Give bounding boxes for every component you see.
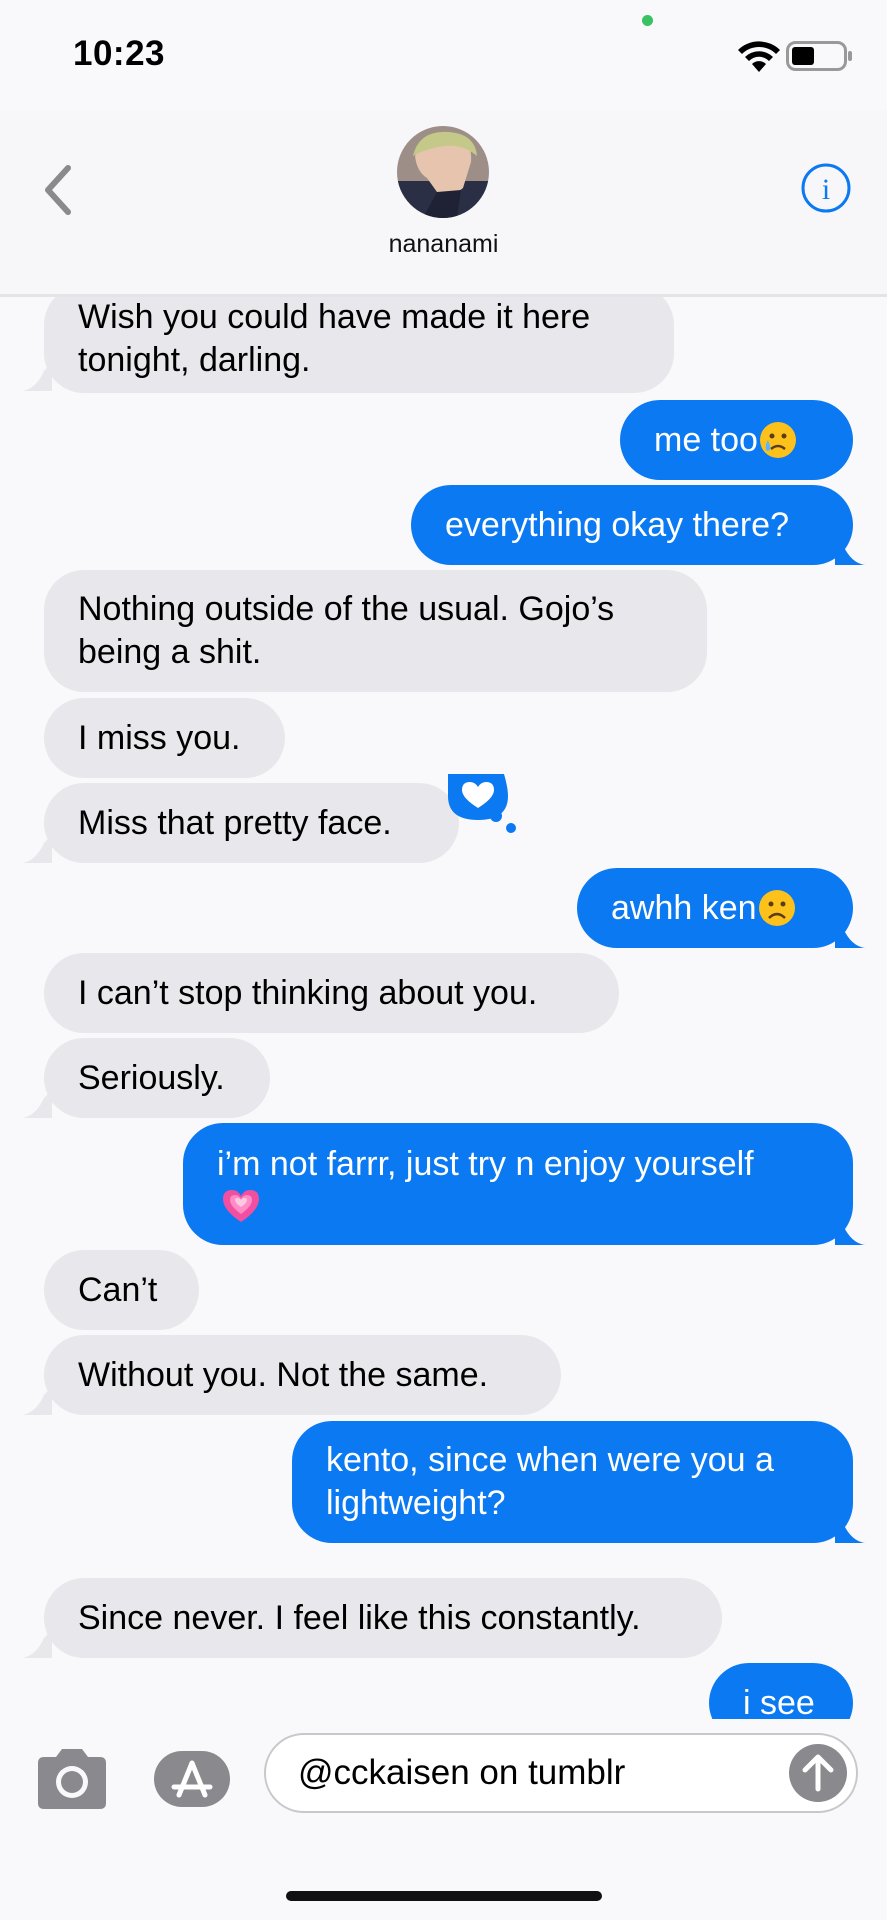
bubble-tail	[835, 1217, 865, 1245]
battery-icon	[786, 41, 852, 71]
message-input-text: @cckaisen on tumblr	[298, 1753, 626, 1792]
home-indicator[interactable]	[286, 1891, 602, 1901]
incoming-message[interactable]: I can’t stop thinking about you.	[44, 953, 619, 1033]
bubble-tail	[22, 1090, 52, 1118]
status-bar: 10:23	[0, 0, 887, 110]
outgoing-message[interactable]: i’m not farrr, just try n enjoy yourself	[183, 1123, 853, 1245]
message-text: Without you. Not the same.	[78, 1355, 489, 1394]
crying-face-emoji-icon	[759, 422, 796, 458]
message-text: I miss you.	[78, 718, 241, 757]
info-icon[interactable]: i	[800, 162, 852, 214]
svg-text:i: i	[822, 173, 830, 206]
bubble-tail	[835, 537, 865, 565]
send-arrow-icon[interactable]	[788, 1743, 848, 1803]
incoming-message[interactable]: Nothing outside of the usual. Gojo’s bei…	[44, 570, 707, 692]
outgoing-message[interactable]: i see	[709, 1663, 853, 1719]
message-text: Can’t	[78, 1270, 158, 1309]
message-line: kento, since when were you a	[326, 1441, 774, 1479]
bubble-tail	[22, 363, 52, 391]
incoming-message[interactable]: Seriously.	[44, 1038, 270, 1118]
message-text: I can’t stop thinking about you.	[78, 973, 538, 1012]
status-time: 10:23	[73, 34, 166, 73]
message-text: Since never. I feel like this constantly…	[78, 1598, 641, 1637]
back-chevron-icon[interactable]	[38, 160, 78, 220]
outgoing-message[interactable]: awhh ken	[577, 868, 853, 948]
message-text: me too	[654, 420, 758, 459]
message-input[interactable]: @cckaisen on tumblr	[264, 1733, 858, 1813]
message-text: Seriously.	[78, 1058, 225, 1097]
camera-in-use-indicator	[642, 15, 653, 26]
conversation-header: nananami i	[0, 110, 887, 297]
incoming-message[interactable]: Without you. Not the same.	[44, 1335, 561, 1415]
outgoing-message[interactable]: kento, since when were you a lightweight…	[292, 1421, 853, 1543]
message-line: tonight, darling.	[78, 341, 311, 379]
heart-tapback-icon[interactable]	[446, 774, 522, 834]
wifi-icon	[738, 41, 780, 72]
message-line: i’m not farrr, just try n enjoy yourself	[217, 1144, 754, 1183]
incoming-message[interactable]: Wish you could have made it here tonight…	[44, 297, 674, 393]
message-text: Miss that pretty face.	[78, 803, 392, 842]
camera-icon[interactable]	[34, 1747, 110, 1811]
outgoing-message[interactable]: me too	[620, 400, 853, 480]
incoming-message[interactable]: I miss you.	[44, 698, 285, 778]
message-composer: @cckaisen on tumblr	[0, 1719, 887, 1920]
message-text: awhh ken	[611, 888, 757, 927]
bubble-tail	[835, 1515, 865, 1543]
app-store-icon[interactable]	[152, 1749, 232, 1809]
message-line: Wish you could have made it here	[78, 298, 591, 336]
message-thread[interactable]: Wish you could have made it here tonight…	[0, 297, 887, 1719]
bubble-tail	[835, 920, 865, 948]
bubble-tail	[22, 835, 52, 863]
incoming-message[interactable]: Since never. I feel like this constantly…	[44, 1578, 722, 1658]
incoming-message[interactable]: Can’t	[44, 1250, 199, 1330]
message-line: being a shit.	[78, 633, 262, 671]
growing-heart-emoji-icon	[223, 1189, 259, 1222]
bubble-tail	[22, 1387, 52, 1415]
message-text: i see	[743, 1683, 815, 1720]
contact-avatar[interactable]	[397, 126, 489, 218]
contact-name[interactable]: nananami	[0, 230, 887, 259]
incoming-message[interactable]: Miss that pretty face.	[44, 783, 459, 863]
message-line: lightweight?	[326, 1484, 506, 1522]
message-line: Nothing outside of the usual. Gojo’s	[78, 590, 615, 628]
outgoing-message[interactable]: everything okay there?	[411, 485, 853, 565]
frowning-face-emoji-icon	[758, 890, 795, 926]
message-text: everything okay there?	[445, 505, 789, 544]
bubble-tail	[22, 1630, 52, 1658]
